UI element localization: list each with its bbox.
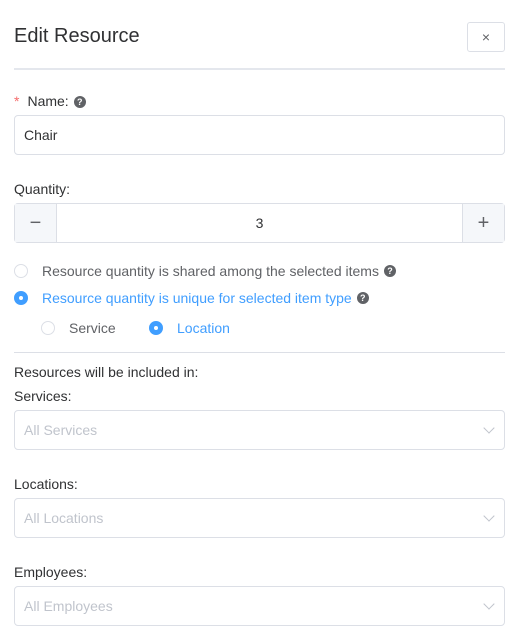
divider (14, 352, 505, 353)
radio-location[interactable]: Location (149, 320, 230, 336)
increment-button[interactable]: + (463, 204, 504, 242)
chevron-down-icon (483, 510, 495, 522)
radio-label: Resource quantity is shared among the se… (42, 263, 379, 279)
name-input[interactable]: Chair (14, 115, 505, 155)
employees-label: Employees: (14, 564, 88, 580)
name-label: * Name:? (14, 93, 86, 109)
close-icon: × (481, 29, 491, 45)
name-label-text: Name: (27, 93, 69, 109)
radio-unique[interactable]: Resource quantity is unique for selected… (14, 290, 369, 306)
dialog-title: Edit Resource (14, 25, 140, 47)
radio-circle[interactable] (14, 264, 28, 278)
quantity-label: Quantity: (14, 181, 71, 197)
divider (14, 68, 505, 70)
employees-select[interactable]: All Employees (14, 586, 505, 626)
close-button[interactable]: × (467, 22, 505, 52)
locations-label: Locations: (14, 476, 78, 492)
radio-label: Service (69, 320, 116, 336)
services-label: Services: (14, 388, 72, 404)
quantity-input[interactable]: 3 (56, 204, 463, 242)
radio-circle[interactable] (149, 321, 163, 335)
radio-circle[interactable] (14, 291, 28, 305)
included-heading: Resources will be included in: (14, 364, 199, 380)
locations-placeholder: All Locations (24, 510, 104, 526)
quantity-stepper: − 3 + (14, 203, 505, 243)
services-placeholder: All Services (24, 422, 98, 438)
radio-service[interactable]: Service (41, 320, 116, 336)
radio-shared[interactable]: Resource quantity is shared among the se… (14, 263, 396, 279)
help-icon[interactable]: ? (73, 96, 86, 108)
locations-select[interactable]: All Locations (14, 498, 505, 538)
radio-label: Location (177, 320, 230, 336)
chevron-down-icon (483, 598, 495, 610)
services-select[interactable]: All Services (14, 410, 505, 450)
employees-placeholder: All Employees (24, 598, 113, 614)
chevron-down-icon (483, 422, 495, 434)
radio-circle[interactable] (41, 321, 55, 335)
name-value: Chair (24, 127, 58, 143)
radio-label: Resource quantity is unique for selected… (42, 290, 352, 306)
required-mark: * (14, 93, 20, 109)
help-icon[interactable]: ? (383, 265, 396, 277)
decrement-button[interactable]: − (15, 204, 56, 242)
help-icon[interactable]: ? (356, 292, 369, 304)
